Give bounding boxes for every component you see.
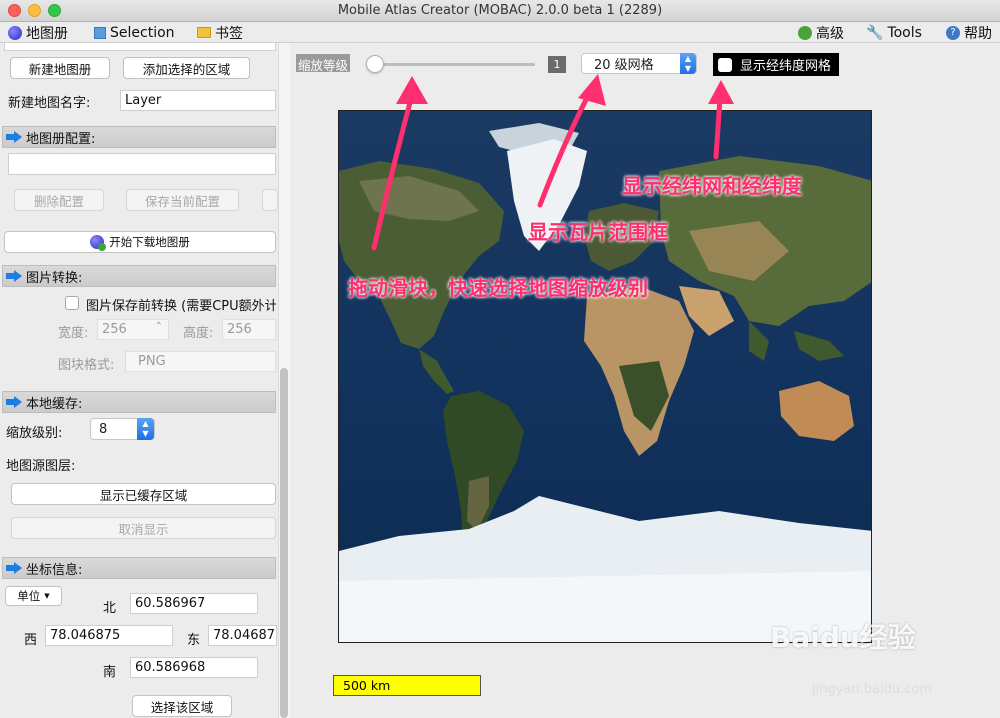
annotation-arrows bbox=[371, 74, 734, 251]
annotation-tile-bounds: 显示瓦片范围框 bbox=[528, 220, 668, 244]
annotation-latlon: 显示经纬网和经纬度 bbox=[622, 174, 802, 198]
watermark-brand: Baidu经验 bbox=[770, 621, 916, 654]
scale-bar: 500 km bbox=[333, 675, 481, 696]
annotation-slider: 拖动滑块，快速选择地图缩放级别 bbox=[348, 276, 648, 300]
watermark-url: jingyan.baidu.com bbox=[812, 682, 932, 697]
